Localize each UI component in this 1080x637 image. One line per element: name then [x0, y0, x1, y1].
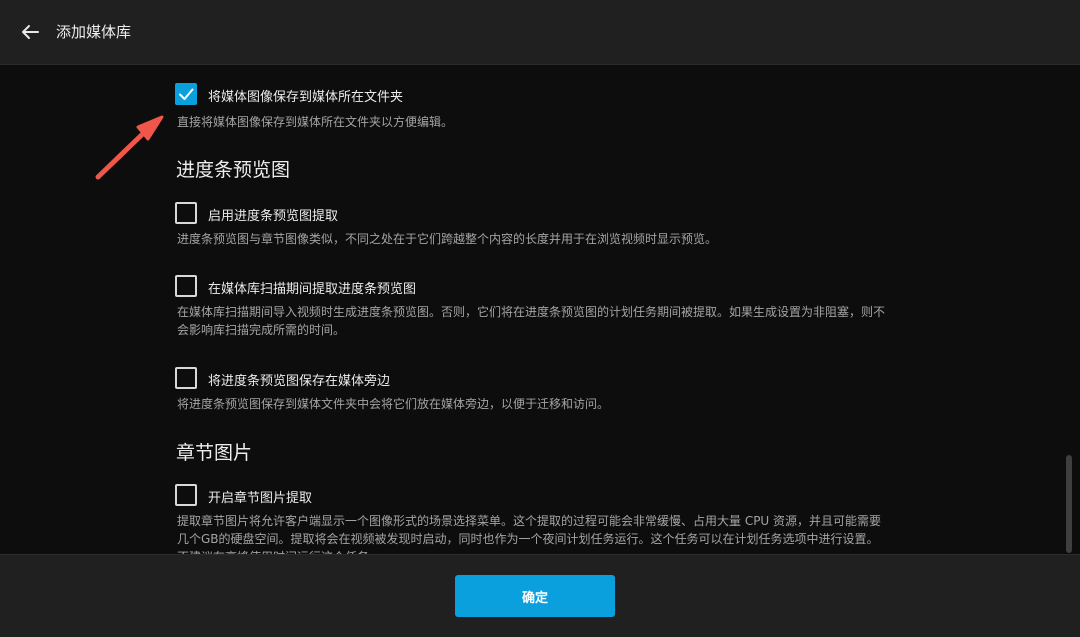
save-images-checkbox[interactable]: [175, 83, 197, 105]
save-images-description: 直接将媒体图像保存到媒体所在文件夹以方便编辑。: [177, 115, 454, 129]
trickplay-enable-description: 进度条预览图与章节图像类似，不同之处在于它们跨越整个内容的长度并用于在浏览视频时…: [177, 232, 718, 246]
chapter-extract-description: 提取章节图片将允许客户端显示一个图像形式的场景选择菜单。这个提取的过程可能会非常…: [177, 514, 882, 554]
trickplay-enable-checkbox[interactable]: [175, 202, 197, 224]
page-title: 添加媒体库: [56, 23, 132, 41]
trickplay-section-title: 进度条预览图: [176, 159, 291, 181]
trickplay-save-checkbox[interactable]: [175, 367, 197, 389]
trickplay-save-label: 将进度条预览图保存在媒体旁边: [208, 374, 391, 389]
trickplay-scan-checkbox[interactable]: [175, 275, 197, 297]
trickplay-scan-label: 在媒体库扫描期间提取进度条预览图: [208, 282, 417, 297]
app-header: 添加媒体库: [0, 0, 1080, 65]
back-button[interactable]: [16, 20, 44, 44]
chapter-extract-label: 开启章节图片提取: [208, 491, 313, 506]
dialog-footer: 确定: [0, 554, 1080, 637]
chapter-extract-checkbox[interactable]: [175, 484, 197, 506]
trickplay-scan-description: 在媒体库扫描期间导入视频时生成进度条预览图。否则，它们将在进度条预览图的计划任务…: [177, 305, 886, 337]
trickplay-save-description: 将进度条预览图保存到媒体文件夹中会将它们放在媒体旁边，以便于迁移和访问。: [177, 397, 610, 411]
confirm-button[interactable]: 确定: [455, 575, 615, 617]
save-images-label: 将媒体图像保存到媒体所在文件夹: [208, 90, 404, 105]
scrollbar[interactable]: [1066, 455, 1072, 553]
arrow-left-icon: [22, 25, 39, 39]
checkmark-icon: [179, 88, 194, 100]
trickplay-enable-label: 启用进度条预览图提取: [208, 209, 339, 224]
chapters-section-title: 章节图片: [176, 442, 253, 464]
annotation-arrow-icon: [95, 115, 164, 180]
settings-content[interactable]: 将媒体图像保存到媒体所在文件夹 直接将媒体图像保存到媒体所在文件夹以方便编辑。 …: [0, 65, 1080, 554]
